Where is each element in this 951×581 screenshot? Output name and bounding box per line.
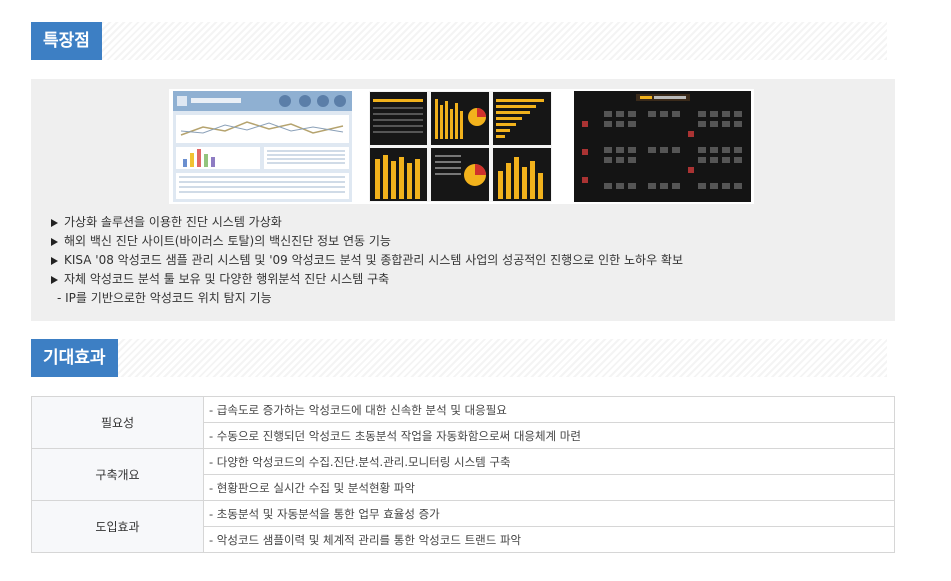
table-row: 필요성 - 급속도로 증가하는 악성코드에 대한 신속한 분석 및 대응필요	[31, 396, 895, 449]
detail-cell: - 현황판으로 실시간 수집 및 분석현황 파악	[203, 474, 895, 501]
feature-text: 해외 백신 진단 사이트(바이러스 토탈)의 백신진단 정보 연동 기능	[64, 234, 391, 248]
triangle-right-icon	[51, 218, 58, 227]
list-item: 자체 악성코드 분석 툴 보유 및 다양한 행위분석 진단 시스템 구축	[51, 270, 683, 289]
detail-cell: - 급속도로 증가하는 악성코드에 대한 신속한 분석 및 대응필요	[203, 396, 895, 423]
feature-list: 가상화 솔루션을 이용한 진단 시스템 가상화 해외 백신 진단 사이트(바이러…	[51, 213, 683, 308]
effects-title: 기대효과	[31, 339, 118, 377]
page: 특장점 가상화 솔루션을 이용한 진단 시스템 가상화 해외 백신 진단 사이트…	[0, 0, 951, 581]
diagnosis-system-screenshot	[173, 91, 352, 202]
list-item: 해외 백신 진단 사이트(바이러스 토탈)의 백신진단 정보 연동 기능	[51, 232, 683, 251]
feature-text: 가상화 솔루션을 이용한 진단 시스템 가상화	[64, 215, 282, 229]
effects-table: 필요성 - 급속도로 증가하는 악성코드에 대한 신속한 분석 및 대응필요 -…	[31, 396, 895, 553]
feature-text: KISA '08 악성코드 샘플 관리 시스템 및 '09 악성코드 분석 및 …	[64, 253, 684, 267]
features-panel: 가상화 솔루션을 이용한 진단 시스템 가상화 해외 백신 진단 사이트(바이러…	[31, 79, 895, 321]
features-title: 특장점	[31, 22, 102, 60]
triangle-right-icon	[51, 237, 58, 246]
detail-cell: - 악성코드 샘플이력 및 체계적 관리를 통한 악성코드 트랜드 파악	[203, 526, 895, 553]
detail-cell: - 초동분석 및 자동분석을 통한 업무 효율성 증가	[203, 500, 895, 527]
category-cell: 필요성	[31, 396, 204, 449]
triangle-right-icon	[51, 275, 58, 284]
features-heading: 특장점	[31, 22, 887, 60]
list-item: KISA '08 악성코드 샘플 관리 시스템 및 '09 악성코드 분석 및 …	[51, 251, 683, 270]
list-item: 가상화 솔루션을 이용한 진단 시스템 가상화	[51, 213, 683, 232]
screenshot-strip	[169, 89, 754, 204]
category-cell: 도입효과	[31, 500, 204, 553]
statistics-dashboard-screenshot	[369, 91, 552, 202]
effects-heading: 기대효과	[31, 339, 887, 377]
feature-sub-item: - IP를 기반으로한 악성코드 위치 탐지 기능	[57, 291, 272, 305]
table-row: 구축개요 - 다양한 악성코드의 수집.진단.분석.관리.모니터링 시스템 구축	[31, 448, 895, 501]
status-board-screenshot	[574, 91, 751, 202]
category-cell: 구축개요	[31, 448, 204, 501]
triangle-right-icon	[51, 256, 58, 265]
table-row: 도입효과 - 초동분석 및 자동분석을 통한 업무 효율성 증가	[31, 500, 895, 553]
feature-text: 자체 악성코드 분석 툴 보유 및 다양한 행위분석 진단 시스템 구축	[64, 272, 390, 286]
detail-cell: - 수동으로 진행되던 악성코드 초동분석 작업을 자동화함으로써 대응체계 마…	[203, 422, 895, 449]
detail-cell: - 다양한 악성코드의 수집.진단.분석.관리.모니터링 시스템 구축	[203, 448, 895, 475]
